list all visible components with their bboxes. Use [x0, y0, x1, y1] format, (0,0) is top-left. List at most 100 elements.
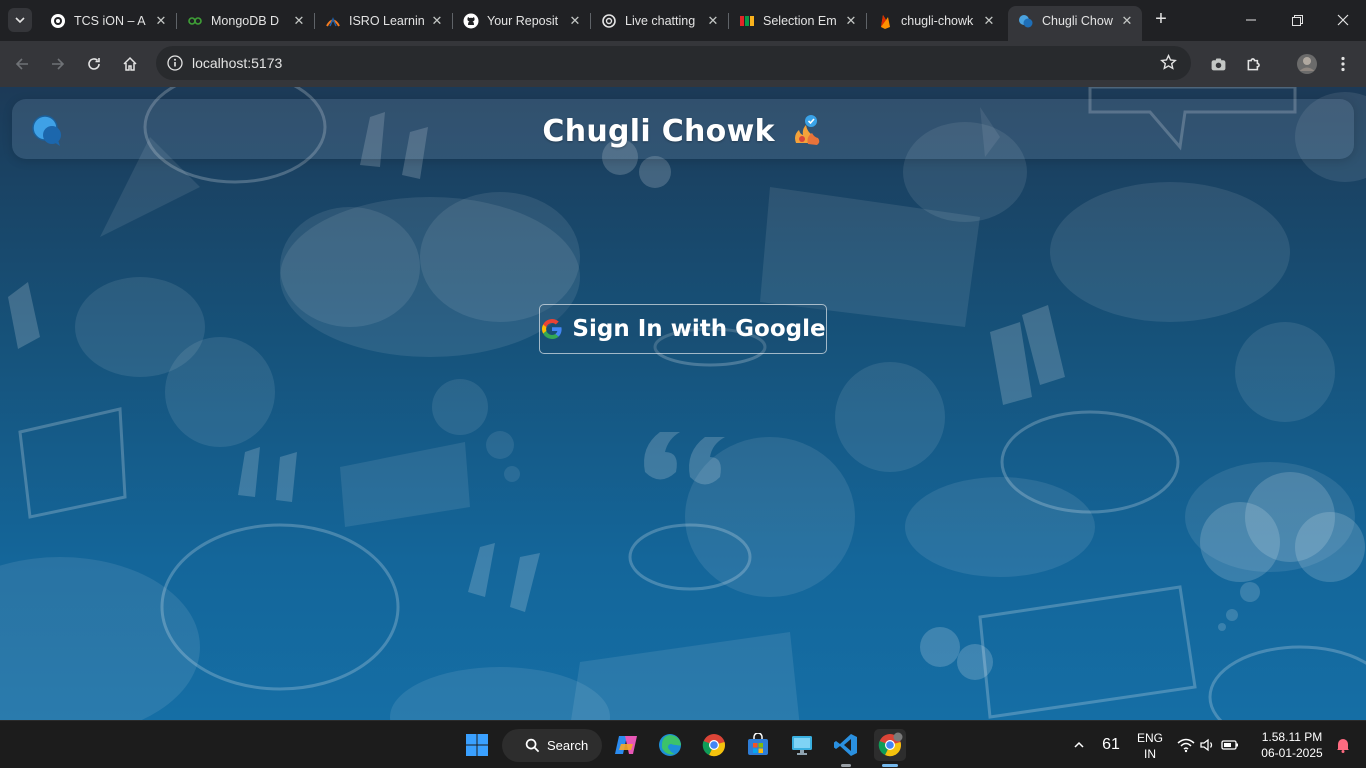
tab-title: Selection Em: [763, 13, 837, 28]
close-icon[interactable]: ✕: [1118, 12, 1136, 30]
sign-in-with-google-button[interactable]: Sign In with Google: [539, 304, 827, 354]
reload-button[interactable]: [81, 51, 107, 77]
minimize-button[interactable]: [1228, 0, 1274, 40]
tab-mongodb[interactable]: MongoDB D ✕: [177, 6, 315, 35]
restore-icon: [1291, 14, 1303, 26]
profile-avatar[interactable]: [1294, 51, 1320, 77]
wifi-icon: [1177, 738, 1195, 753]
close-icon[interactable]: ✕: [428, 12, 446, 30]
camera-button[interactable]: [1205, 51, 1231, 77]
desktop-app[interactable]: [786, 729, 818, 761]
tab-firebase[interactable]: chugli-chowk ✕: [867, 6, 1004, 35]
tab-title: Chugli Chow: [1042, 13, 1113, 28]
weather-temperature[interactable]: 61: [1097, 736, 1125, 754]
tab-title: MongoDB D: [211, 13, 280, 28]
tab-title: ISRO Learnin: [349, 13, 425, 28]
bookmark-star-icon[interactable]: [1160, 53, 1177, 76]
edge-app[interactable]: [654, 729, 686, 761]
extensions-button[interactable]: [1241, 51, 1267, 77]
close-window-button[interactable]: [1320, 0, 1366, 40]
chrome-icon: [878, 732, 903, 757]
app-navbar: Chugli Chowk: [12, 99, 1354, 159]
app-page: Chugli Chowk Sign In with Google: [0, 87, 1366, 720]
language-code: ENG: [1136, 731, 1163, 745]
address-bar[interactable]: localhost:5173: [156, 46, 1191, 80]
app-title-text: Chugli Chowk: [542, 114, 775, 149]
chevron-up-icon: [1074, 741, 1084, 748]
address-text: localhost:5173: [192, 55, 283, 71]
site-info-icon[interactable]: [164, 52, 186, 74]
chrome-app[interactable]: [698, 729, 730, 761]
tab-github[interactable]: Your Reposit ✕: [453, 6, 591, 35]
tab-selection[interactable]: Selection Em ✕: [729, 6, 867, 35]
new-tab-button[interactable]: +: [1150, 9, 1172, 31]
notifications-button[interactable]: [1330, 729, 1356, 761]
chrome-menu-button[interactable]: [1330, 51, 1356, 77]
bell-icon: [1337, 739, 1349, 753]
tab-tcs[interactable]: TCS iON – A ✕: [40, 6, 177, 35]
page-title: Chugli Chowk: [12, 113, 1354, 149]
close-icon[interactable]: ✕: [566, 12, 584, 30]
battery-icon: [1221, 740, 1238, 750]
close-icon[interactable]: ✕: [980, 12, 998, 30]
google-logo-icon: [542, 319, 563, 339]
back-button[interactable]: [9, 51, 35, 77]
puzzle-icon: [1247, 58, 1260, 71]
store-app[interactable]: [742, 729, 774, 761]
taskbar-search[interactable]: Search: [502, 729, 602, 762]
chatgpt-icon: [601, 13, 617, 29]
tab-strip: TCS iON – A ✕ MongoDB D ✕ ISRO Learnin ✕…: [0, 0, 1366, 41]
tab-chugli-chowk[interactable]: Chugli Chow ✕: [1008, 6, 1142, 41]
windows-taskbar: Search 61 ENG IN 1.58.11 PM 06-01-2025: [0, 720, 1366, 768]
copilot-icon: [615, 736, 637, 754]
close-icon[interactable]: ✕: [704, 12, 722, 30]
search-icon: [525, 738, 540, 753]
forward-button[interactable]: [45, 51, 71, 77]
tab-isro[interactable]: ISRO Learnin ✕: [315, 6, 453, 35]
running-indicator: [841, 764, 851, 767]
close-icon[interactable]: ✕: [290, 12, 308, 30]
start-button[interactable]: [461, 729, 493, 761]
edge-icon: [659, 734, 681, 756]
search-label: Search: [547, 738, 589, 753]
windows-logo-icon: [466, 734, 488, 756]
chevron-down-icon: [15, 17, 25, 24]
tab-title: TCS iON – A: [74, 13, 146, 28]
home-button[interactable]: [117, 51, 143, 77]
monitor-icon: [792, 736, 812, 755]
clock-date: 06-01-2025: [1261, 746, 1323, 760]
show-hidden-icons-button[interactable]: [1066, 729, 1092, 761]
quick-settings-button[interactable]: [1176, 729, 1240, 761]
active-indicator: [882, 764, 898, 767]
close-icon: [1337, 14, 1349, 26]
close-icon[interactable]: ✕: [842, 12, 860, 30]
kebab-menu-icon: [1341, 56, 1345, 72]
tab-search-button[interactable]: [8, 8, 32, 32]
tab-title: Your Reposit: [487, 13, 559, 28]
zoho-icon: [739, 13, 755, 29]
sign-in-label: Sign In with Google: [572, 316, 826, 342]
github-icon: [463, 13, 479, 29]
browser-toolbar: localhost:5173: [0, 41, 1366, 87]
avatar-icon: [1297, 54, 1317, 74]
vscode-app[interactable]: [830, 729, 862, 767]
language-indicator[interactable]: ENG IN: [1133, 731, 1167, 761]
forward-arrow-icon: [52, 58, 65, 70]
vscode-icon: [834, 734, 857, 756]
camera-icon: [1211, 57, 1225, 70]
clock-time: 1.58.11 PM: [1261, 730, 1323, 744]
home-icon: [123, 56, 137, 71]
close-icon[interactable]: ✕: [152, 12, 170, 30]
minimize-icon: [1246, 19, 1256, 21]
restore-button[interactable]: [1274, 0, 1320, 40]
copilot-app[interactable]: [610, 729, 642, 761]
clock[interactable]: 1.58.11 PM 06-01-2025: [1252, 730, 1332, 760]
tab-title: Live chatting: [625, 13, 696, 28]
volume-icon: [1200, 738, 1213, 752]
chrome-profile-app[interactable]: [874, 729, 906, 767]
tab-live-chatting[interactable]: Live chatting ✕: [591, 6, 729, 35]
speech-bubbles-background: [0, 87, 1366, 720]
chrome-icon: [702, 734, 725, 757]
firebase-icon: [877, 13, 893, 29]
mongodb-icon: [187, 13, 203, 29]
